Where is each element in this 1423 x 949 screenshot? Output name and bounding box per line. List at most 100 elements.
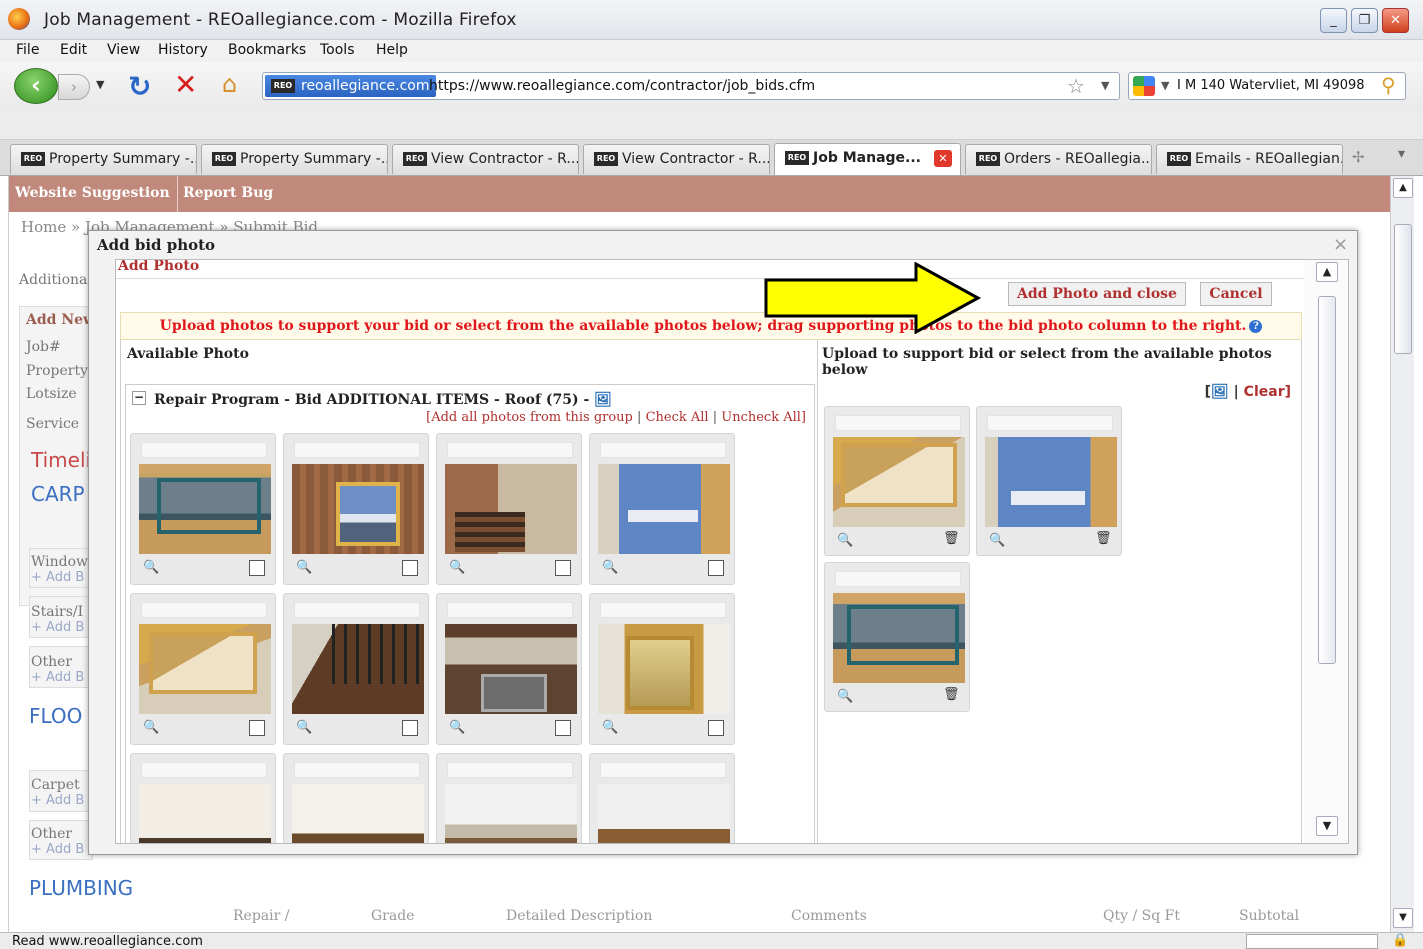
scrollbar-thumb[interactable] (1394, 224, 1412, 354)
photo-thumbnail[interactable] (598, 784, 730, 843)
photo-caption[interactable] (141, 762, 267, 778)
report-bug-link[interactable]: Report Bug (183, 185, 273, 201)
site-identity-button[interactable]: REO reoallegiance.com (265, 75, 436, 97)
search-input[interactable]: I M 140 Watervliet, MI 49098 (1177, 78, 1365, 93)
photo-caption[interactable] (835, 415, 961, 431)
tab-emails[interactable]: REO Emails - REOallegian... (1156, 144, 1343, 174)
trash-icon[interactable]: 🗑 (1095, 531, 1112, 546)
photo-card[interactable]: 🔍 (589, 433, 735, 585)
close-window-button[interactable]: ✕ (1382, 8, 1409, 33)
photo-thumbnail[interactable] (139, 624, 271, 714)
photo-card[interactable]: 🔍 (130, 433, 276, 585)
zoom-icon[interactable]: 🔍 (602, 720, 618, 735)
url-bar[interactable]: REO reoallegiance.com https://www.reoall… (262, 72, 1120, 100)
menu-view[interactable]: View (107, 42, 140, 58)
zoom-icon[interactable]: 🔍 (143, 560, 159, 575)
scrollbar-thumb[interactable] (1318, 296, 1336, 664)
search-bar[interactable]: ▼ I M 140 Watervliet, MI 49098 ⚲ (1128, 72, 1406, 100)
photo-card[interactable]: 🔍 (436, 433, 582, 585)
stop-icon[interactable]: ✕ (174, 68, 197, 101)
photo-checkbox[interactable] (708, 560, 724, 576)
photo-caption[interactable] (447, 442, 573, 458)
menu-history[interactable]: History (158, 42, 208, 58)
photo-checkbox[interactable] (249, 720, 265, 736)
minimize-button[interactable]: _ (1320, 8, 1347, 33)
photo-caption[interactable] (141, 602, 267, 618)
zoom-icon[interactable]: 🔍 (296, 720, 312, 735)
photo-checkbox[interactable] (249, 560, 265, 576)
url-dropdown-icon[interactable]: ▼ (1101, 79, 1109, 92)
photo-card[interactable]: 🔍 (283, 593, 429, 745)
add-bid-link[interactable]: + Add B (31, 570, 84, 585)
photo-thumbnail[interactable] (833, 437, 965, 527)
photo-caption[interactable] (835, 571, 961, 587)
photo-thumbnail[interactable] (985, 437, 1117, 527)
check-all-link[interactable]: Check All (646, 410, 709, 425)
photo-card[interactable] (283, 753, 429, 843)
trash-icon[interactable]: 🗑 (943, 687, 960, 702)
trash-icon[interactable]: 🗑 (943, 531, 960, 546)
add-all-photos-link[interactable]: [Add all photos from this group (426, 410, 633, 425)
photo-thumbnail[interactable] (445, 784, 577, 843)
collapse-group-icon[interactable]: − (132, 391, 146, 405)
photo-card[interactable]: 🔍 (130, 593, 276, 745)
photo-caption[interactable] (987, 415, 1113, 431)
add-bid-link[interactable]: + Add B (31, 620, 84, 635)
bookmark-star-icon[interactable]: ☆ (1067, 74, 1085, 98)
zoom-icon[interactable]: 🔍 (602, 560, 618, 575)
bid-photo-card[interactable]: 🔍 🗑 (824, 562, 970, 712)
photo-caption[interactable] (294, 442, 420, 458)
bid-photo-card[interactable]: 🔍 🗑 (824, 406, 970, 556)
photo-caption[interactable] (600, 602, 726, 618)
photo-caption[interactable] (600, 762, 726, 778)
photo-caption[interactable] (141, 442, 267, 458)
menu-file[interactable]: File (16, 42, 39, 58)
tab-property-summary-2[interactable]: REO Property Summary -... (201, 144, 388, 174)
add-bid-link[interactable]: + Add B (31, 670, 84, 685)
photo-thumbnail[interactable] (139, 784, 271, 843)
photo-thumbnail[interactable] (598, 624, 730, 714)
tab-job-management[interactable]: REO Job Manage... ✕ (774, 143, 961, 175)
home-icon[interactable]: ⌂ (222, 70, 237, 98)
zoom-icon[interactable]: 🔍 (449, 560, 465, 575)
website-suggestion-link[interactable]: Website Suggestion (15, 185, 170, 201)
search-engine-dropdown-icon[interactable]: ▼ (1161, 79, 1169, 92)
photo-thumbnail[interactable] (598, 464, 730, 554)
reload-icon[interactable]: ↻ (128, 70, 151, 103)
menu-bookmarks[interactable]: Bookmarks (228, 42, 306, 58)
photo-card[interactable] (130, 753, 276, 843)
google-icon[interactable] (1133, 76, 1155, 96)
photo-thumbnail[interactable] (445, 464, 577, 554)
upload-icon[interactable]: 🖼 (1211, 384, 1229, 400)
cancel-button[interactable]: Cancel (1200, 282, 1272, 306)
scroll-down-icon[interactable]: ▼ (1316, 816, 1338, 836)
menu-help[interactable]: Help (376, 42, 408, 58)
scroll-down-icon[interactable]: ▼ (1393, 908, 1413, 928)
photo-checkbox[interactable] (402, 560, 418, 576)
scroll-up-icon[interactable]: ▲ (1393, 178, 1413, 198)
add-bid-link[interactable]: + Add B (31, 842, 84, 857)
lock-icon[interactable]: 🔒 (1392, 933, 1408, 948)
add-photo-and-close-button[interactable]: Add Photo and close (1008, 282, 1186, 306)
url-text[interactable]: https://www.reoallegiance.com/contractor… (429, 78, 815, 94)
history-dropdown-icon[interactable]: ▼ (96, 78, 104, 91)
photo-caption[interactable] (294, 762, 420, 778)
search-go-icon[interactable]: ⚲ (1381, 73, 1396, 97)
tab-view-contractor-2[interactable]: REO View Contractor - R... (583, 144, 770, 174)
photo-thumbnail[interactable] (139, 464, 271, 554)
menu-tools[interactable]: Tools (320, 42, 355, 58)
scroll-up-icon[interactable]: ▲ (1316, 262, 1338, 282)
menu-edit[interactable]: Edit (60, 42, 87, 58)
tab-close-icon[interactable]: ✕ (934, 150, 952, 167)
zoom-icon[interactable]: 🔍 (837, 689, 853, 704)
help-icon[interactable]: ? (1249, 320, 1263, 333)
photo-card[interactable]: 🔍 (283, 433, 429, 585)
photo-thumbnail[interactable] (292, 784, 424, 843)
photo-card[interactable] (589, 753, 735, 843)
photo-checkbox[interactable] (555, 560, 571, 576)
restore-button[interactable]: ❐ (1351, 8, 1378, 33)
upload-icon[interactable]: 🖼 (594, 392, 612, 408)
tab-orders[interactable]: REO Orders - REOallegia... (965, 144, 1152, 174)
page-scrollbar[interactable]: ▲ ▼ (1390, 176, 1414, 932)
back-arrow-icon[interactable]: ‹ (14, 68, 58, 104)
